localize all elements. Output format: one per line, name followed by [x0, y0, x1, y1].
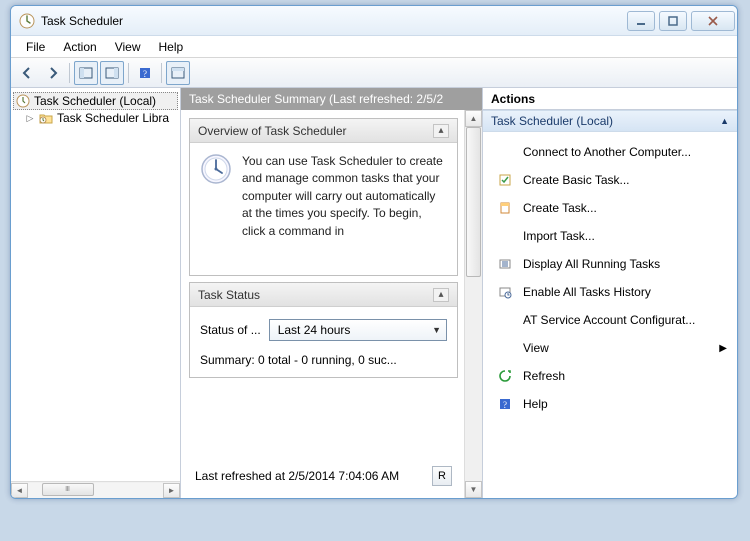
app-icon	[19, 13, 35, 29]
last-refreshed-row: Last refreshed at 2/5/2014 7:04:06 AM R	[189, 458, 458, 494]
chevron-right-icon: ▶	[719, 343, 727, 354]
blank-icon	[497, 312, 513, 328]
toolbar-separator	[69, 63, 70, 83]
show-tree-button[interactable]	[74, 61, 98, 85]
tree-library-label: Task Scheduler Libra	[57, 111, 169, 125]
status-period-value: Last 24 hours	[278, 323, 351, 337]
toolbar: ?	[11, 58, 737, 88]
summary-pane: Task Scheduler Summary (Last refreshed: …	[181, 88, 483, 498]
task-status-header[interactable]: Task Status ▴	[190, 283, 457, 307]
history-icon	[497, 284, 513, 300]
overview-header[interactable]: Overview of Task Scheduler ▴	[190, 119, 457, 143]
status-period-select[interactable]: Last 24 hours ▼	[269, 319, 447, 341]
blank-icon	[497, 228, 513, 244]
summary-header: Task Scheduler Summary (Last refreshed: …	[181, 88, 482, 110]
actions-section-label: Task Scheduler (Local)	[491, 114, 613, 128]
help-icon: ?	[497, 396, 513, 412]
folder-icon	[39, 112, 53, 124]
properties-button[interactable]	[166, 61, 190, 85]
scroll-left-button[interactable]: ◄	[11, 483, 28, 498]
tree[interactable]: Task Scheduler (Local) ▷ Task Scheduler …	[11, 88, 180, 481]
refresh-button[interactable]: R	[432, 466, 452, 486]
scroll-right-button[interactable]: ►	[163, 483, 180, 498]
scroll-track[interactable]: Ⅲ	[28, 483, 163, 498]
actions-pane: Actions Task Scheduler (Local) ▲ Connect…	[483, 88, 737, 498]
task-status-title: Task Status	[198, 288, 260, 302]
status-label: Status of ...	[200, 323, 261, 337]
action-create-basic-task[interactable]: Create Basic Task...	[483, 166, 737, 194]
svg-text:?: ?	[143, 69, 147, 79]
blank-icon	[497, 340, 513, 356]
scroll-thumb[interactable]: Ⅲ	[42, 483, 94, 496]
menu-view[interactable]: View	[106, 38, 150, 56]
clock-icon	[16, 94, 30, 108]
action-refresh[interactable]: Refresh	[483, 362, 737, 390]
overview-title: Overview of Task Scheduler	[198, 124, 347, 138]
menu-help[interactable]: Help	[150, 38, 193, 56]
status-summary: Summary: 0 total - 0 running, 0 suc...	[190, 347, 457, 377]
toolbar-separator	[161, 63, 162, 83]
toolbar-separator	[128, 63, 129, 83]
task-icon	[497, 200, 513, 216]
action-create-task[interactable]: Create Task...	[483, 194, 737, 222]
action-view[interactable]: View ▶	[483, 334, 737, 362]
horizontal-scrollbar[interactable]: ◄ Ⅲ ►	[11, 481, 180, 498]
blank-icon	[497, 144, 513, 160]
action-connect[interactable]: Connect to Another Computer...	[483, 138, 737, 166]
chevron-up-icon: ▲	[720, 116, 729, 126]
action-import-task[interactable]: Import Task...	[483, 222, 737, 250]
tree-root[interactable]: Task Scheduler (Local)	[13, 92, 178, 110]
overview-group: Overview of Task Scheduler ▴ You can use…	[189, 118, 458, 276]
tree-expander-icon[interactable]: ▷	[25, 113, 35, 124]
actions-section-header[interactable]: Task Scheduler (Local) ▲	[483, 110, 737, 132]
menu-action[interactable]: Action	[54, 38, 105, 56]
back-button[interactable]	[15, 61, 39, 85]
show-actions-button[interactable]	[100, 61, 124, 85]
menubar: File Action View Help	[11, 36, 737, 58]
action-at-service[interactable]: AT Service Account Configurat...	[483, 306, 737, 334]
minimize-button[interactable]	[627, 11, 655, 31]
actions-header: Actions	[483, 88, 737, 110]
scroll-track[interactable]	[465, 127, 482, 481]
menu-file[interactable]: File	[17, 38, 54, 56]
task-status-group: Task Status ▴ Status of ... Last 24 hour…	[189, 282, 458, 378]
collapse-icon[interactable]: ▴	[433, 124, 449, 138]
task-scheduler-window: Task Scheduler File Action View Help ?	[10, 5, 738, 499]
help-button[interactable]: ?	[133, 61, 157, 85]
scroll-down-button[interactable]: ▼	[465, 481, 482, 498]
overview-text: You can use Task Scheduler to create and…	[242, 153, 447, 265]
action-display-running[interactable]: Display All Running Tasks	[483, 250, 737, 278]
window-title: Task Scheduler	[41, 14, 627, 28]
wizard-icon	[497, 172, 513, 188]
refresh-icon	[497, 368, 513, 384]
maximize-button[interactable]	[659, 11, 687, 31]
tree-library[interactable]: ▷ Task Scheduler Libra	[13, 110, 178, 126]
last-refreshed-text: Last refreshed at 2/5/2014 7:04:06 AM	[195, 469, 426, 483]
action-help[interactable]: ? Help	[483, 390, 737, 418]
vertical-scrollbar[interactable]: ▲ ▼	[464, 110, 482, 498]
titlebar[interactable]: Task Scheduler	[11, 6, 737, 36]
svg-text:?: ?	[503, 400, 507, 410]
tree-pane: Task Scheduler (Local) ▷ Task Scheduler …	[11, 88, 181, 498]
chevron-down-icon: ▼	[432, 325, 441, 335]
action-enable-history[interactable]: Enable All Tasks History	[483, 278, 737, 306]
tree-root-label: Task Scheduler (Local)	[34, 94, 156, 108]
forward-button[interactable]	[41, 61, 65, 85]
scroll-thumb[interactable]	[466, 127, 481, 277]
clock-icon	[200, 153, 232, 185]
list-icon	[497, 256, 513, 272]
collapse-icon[interactable]: ▴	[433, 288, 449, 302]
scroll-up-button[interactable]: ▲	[465, 110, 482, 127]
close-button[interactable]	[691, 11, 735, 31]
